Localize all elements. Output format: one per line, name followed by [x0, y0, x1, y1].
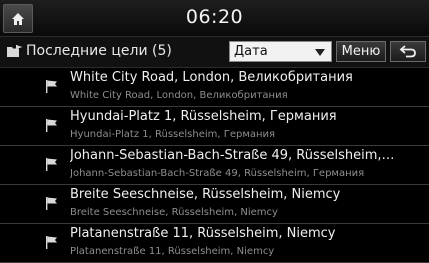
back-button[interactable] — [390, 41, 426, 62]
sort-dropdown[interactable]: Дата — [229, 41, 332, 62]
list-item[interactable]: Breite Seeschneise, Rüsselsheim, Niemcy … — [0, 184, 429, 224]
menu-button[interactable]: Меню — [336, 41, 386, 62]
recent-destinations-icon — [7, 45, 23, 57]
flag-icon — [46, 119, 57, 132]
destination-address: Platanenstraße 11, Rüsselsheim, Niemcy — [70, 246, 275, 257]
clock: 06:20 — [185, 6, 244, 28]
destination-address: Breite Seeschneise, Rüsselsheim, Niemcy — [70, 207, 278, 218]
destination-title: Breite Seeschneise, Rüsselsheim, Niemcy — [70, 187, 341, 202]
flag-icon — [46, 80, 57, 93]
destination-title: Hyundai-Platz 1, Rüsselsheim, Германия — [70, 109, 337, 124]
dropdown-arrow-icon — [315, 49, 325, 56]
status-bar: 06:20 — [0, 0, 429, 36]
list-title: Последние цели (5) — [26, 43, 172, 59]
back-arrow-icon — [399, 45, 416, 58]
destination-title: Platanenstraße 11, Rüsselsheim, Niemcy — [70, 226, 336, 241]
destination-list: White City Road, London, Великобритания … — [0, 67, 429, 263]
list-item[interactable]: Hyundai-Platz 1, Rüsselsheim, Германия H… — [0, 106, 429, 146]
list-item[interactable]: Johann-Sebastian-Bach-Straße 49, Rüssels… — [0, 145, 429, 185]
destination-title: Johann-Sebastian-Bach-Straße 49, Rüssels… — [70, 148, 395, 163]
toolbar: Последние цели (5) Дата Меню — [0, 36, 429, 68]
flag-icon — [46, 236, 57, 249]
destination-address: Johann-Sebastian-Bach-Straße 49, Rüssels… — [70, 168, 365, 179]
list-item[interactable]: Platanenstraße 11, Rüsselsheim, Niemcy P… — [0, 223, 429, 263]
flag-icon — [46, 197, 57, 210]
destination-title: White City Road, London, Великобритания — [70, 70, 353, 85]
destination-address: White City Road, London, Великобритания — [70, 90, 288, 101]
list-item[interactable]: White City Road, London, Великобритания … — [0, 67, 429, 107]
flag-icon — [46, 158, 57, 171]
sort-selected-value: Дата — [234, 44, 268, 59]
destination-address: Hyundai-Platz 1, Rüsselsheim, Германия — [70, 129, 276, 140]
